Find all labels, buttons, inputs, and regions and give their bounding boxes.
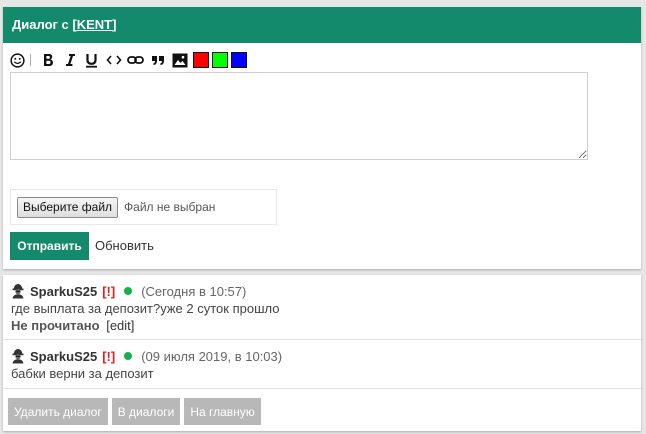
dialog-title-prefix: Диалог с [12,17,73,32]
dialog-user-link[interactable]: KENT [77,17,112,32]
online-status-icon [124,287,133,295]
bold-icon[interactable] [39,52,56,69]
reply-panel: Диалог с [KENT] Выберите файл Файл не вы… [3,7,641,269]
message-item: SparkuS25 [!] (Сегодня в 10:57) где выпл… [3,275,641,340]
file-status: Файл не выбран [124,200,216,214]
delete-dialog-button[interactable]: Удалить диалог [8,398,108,425]
message-header: SparkuS25 [!] (Сегодня в 10:57) [11,282,246,300]
report-link[interactable]: [!] [102,349,115,364]
italic-icon[interactable] [61,52,78,69]
quote-icon[interactable] [149,52,166,69]
message-textarea[interactable] [10,72,588,160]
edit-link[interactable]: [edit] [106,318,134,333]
to-home-button[interactable]: На главную [184,398,261,425]
dialog-header: Диалог с [KENT] [3,7,641,43]
message-text: бабки верни за депозит [11,366,154,381]
link-icon[interactable] [127,52,144,69]
color-red-swatch[interactable] [193,52,209,68]
message-author[interactable]: SparkuS25 [30,349,97,364]
message-header: SparkuS25 [!] (09 июля 2019, в 10:03) [11,347,282,365]
color-blue-swatch[interactable] [231,52,247,68]
dialog-actions: Удалить диалог В диалоги На главную [8,398,265,425]
messages-panel: SparkuS25 [!] (Сегодня в 10:57) где выпл… [3,275,641,431]
code-icon[interactable] [105,52,122,69]
message-item: SparkuS25 [!] (09 июля 2019, в 10:03) ба… [3,340,641,389]
report-link[interactable]: [!] [102,284,115,299]
underline-icon[interactable] [83,52,100,69]
to-dialogs-button[interactable]: В диалоги [111,398,181,425]
message-read-status: Не прочитано [edit] [11,318,134,333]
message-author[interactable]: SparkuS25 [30,284,97,299]
send-button[interactable]: Отправить [10,232,89,260]
message-time: (Сегодня в 10:57) [141,283,247,299]
file-upload: Выберите файл Файл не выбран [10,189,277,225]
toolbar-separator [30,54,31,66]
message-text: где выплата за депозит?уже 2 суток прошл… [11,301,280,316]
refresh-link[interactable]: Обновить [95,232,154,260]
bracket-close: ] [112,17,117,32]
editor-toolbar [9,51,250,69]
image-icon[interactable] [171,52,188,69]
online-status-icon [124,352,133,360]
color-green-swatch[interactable] [212,52,228,68]
smile-icon[interactable] [9,52,26,69]
message-time: (09 июля 2019, в 10:03) [141,348,283,364]
choose-file-button[interactable]: Выберите файл [17,196,119,218]
unread-label: Не прочитано [11,318,100,333]
user-icon [12,349,24,364]
user-icon [12,284,24,299]
